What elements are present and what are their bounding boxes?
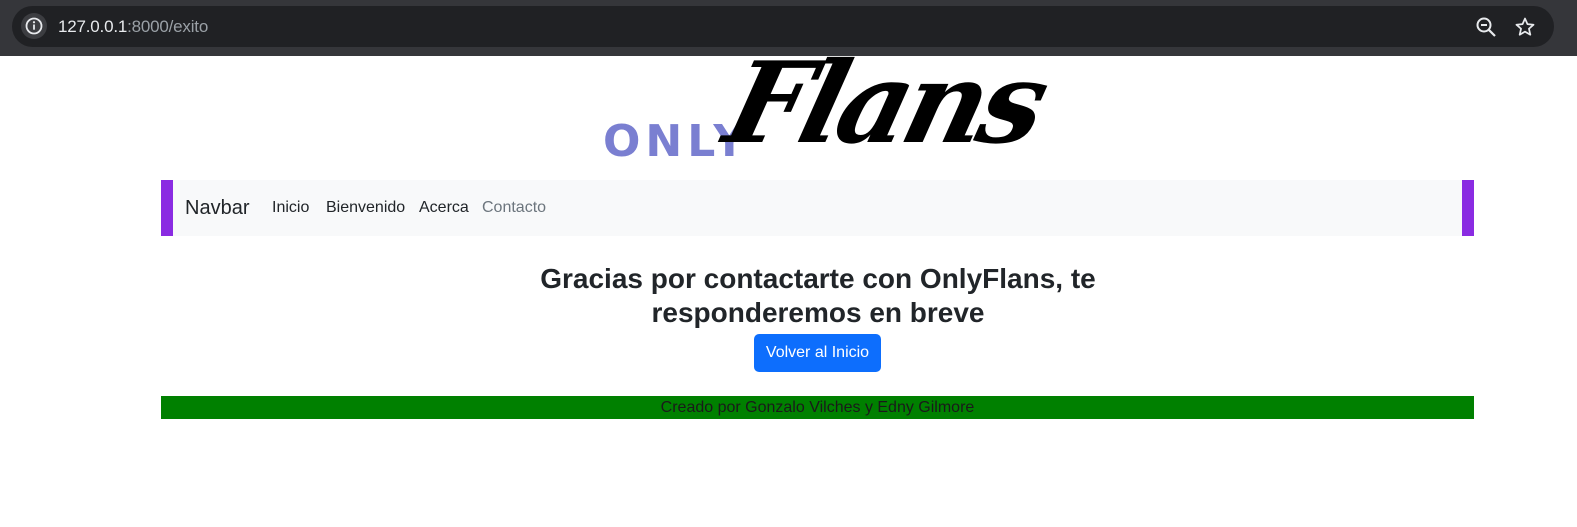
navbar-brand[interactable]: Navbar (185, 180, 249, 236)
nav-link-bienvenido[interactable]: Bienvenido (326, 180, 405, 236)
thank-you-message: Gracias por contactarte con OnlyFlans, t… (488, 262, 1148, 330)
logo-flans-text: Flans (713, 38, 1056, 169)
message-line-2: responderemos en breve (651, 297, 985, 328)
url-text[interactable]: 127.0.0.1:8000/exito (58, 6, 208, 47)
nav-link-contacto[interactable]: Contacto (482, 180, 546, 236)
star-icon[interactable] (1514, 16, 1536, 38)
onlyflans-logo: ONLY Flans (600, 38, 1055, 176)
zoom-icon[interactable] (1475, 16, 1497, 38)
message-line-1: Gracias por contactarte con OnlyFlans, t… (540, 263, 1096, 294)
footer: Creado por Gonzalo Vilches y Edny Gilmor… (161, 396, 1474, 419)
navbar: Navbar Inicio Bienvenido Acerca Contacto (161, 180, 1474, 236)
nav-link-inicio[interactable]: Inicio (272, 180, 309, 236)
url-host: 127.0.0.1 (58, 17, 128, 36)
info-icon[interactable] (21, 13, 47, 39)
nav-link-acerca[interactable]: Acerca (419, 180, 469, 236)
back-home-button[interactable]: Volver al Inicio (754, 334, 881, 372)
url-path: :8000/exito (127, 17, 209, 36)
